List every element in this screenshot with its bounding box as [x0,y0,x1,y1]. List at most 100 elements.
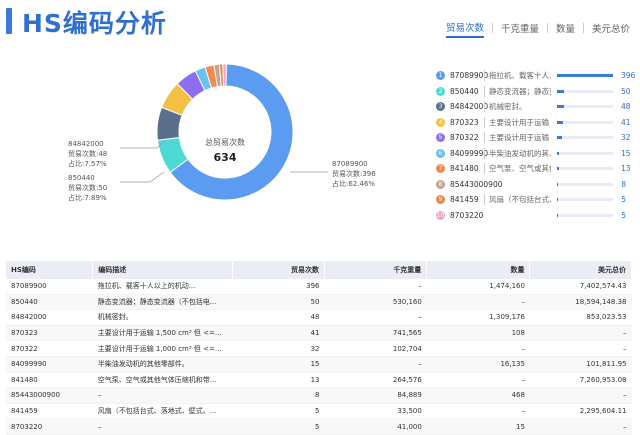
cell-description: 拖拉机、载客十人以上的机动... [92,279,233,295]
legend-bar-track [557,120,613,124]
legend-item[interactable]: 6 84099990 半柴油发动机的其... 15 [436,146,631,162]
cell-quantity: 15 [426,418,530,435]
cell-trade-count: 5 [232,418,325,435]
tab-divider [491,23,493,33]
cell-hs-code: 841459 [6,403,93,420]
col-header-usd-total[interactable]: 美元总价 [529,261,632,279]
table-row[interactable]: 85443000900–8 84,889 468– [6,387,632,404]
legend-code: 84099990 [450,148,489,158]
cell-quantity: 468 [426,387,530,404]
table-row[interactable]: 84842000 机械密封。 48–1,309,176 853,023.53 [6,309,632,326]
annotation-850440: 850440 贸易次数:50 占比:7.89% [68,173,107,203]
legend-value: 41 [621,117,631,127]
annotation-code: 87089900 [332,160,368,168]
legend-rank-badge: 6 [436,148,445,158]
legend-bar-track [557,213,613,217]
legend-bar-fill [557,105,564,109]
cell-description: 空气泵、空气或其他气体压缩机和带... [92,372,233,389]
table-row[interactable]: 870322 主要设计用于运输 1,000 cm³ 但 <=... 32 102,70… [6,340,632,357]
legend-item[interactable]: 10 8703220 5 [436,208,626,224]
cell-trade-count: 32 [232,340,325,357]
cell-usd-total: – [529,387,632,404]
legend-description: 主要设计用于运输 1... [484,132,551,144]
tab-trade-count[interactable]: 贸易次数 [445,18,484,38]
cell-trade-count: 5 [232,403,325,420]
legend-code: 84842000 [450,102,489,112]
tab-kg-weight[interactable]: 千克重量 [501,19,539,37]
cell-kg-weight: 84,889 [324,387,427,404]
cell-trade-count: 13 [232,372,325,389]
donut-slice-8703220[interactable] [222,63,227,87]
cell-description: 半柴油发动机的其他零部件。 [92,356,233,373]
legend-item[interactable]: 7 841480 空气泵、空气或其他... 13 [436,161,631,177]
legend-rank-badge: 7 [436,164,445,174]
tab-usd-total[interactable]: 美元总价 [592,19,630,37]
annotation-share: 占比:62.46% [332,180,376,188]
cell-kg-weight: 264,576 [324,372,427,389]
legend-value: 32 [621,133,631,143]
cell-kg-weight: 530,160 [324,294,427,311]
table-row[interactable]: 87089900 拖拉机、载客十人以上的机动... 396–1,474,160 7,4… [6,279,632,295]
cell-kg-weight: 102,704 [324,340,427,357]
cell-usd-total: 18,594,148.38 [529,294,632,311]
cell-hs-code: 850440 [6,294,93,311]
legend-value: 396 [621,71,636,81]
table-row[interactable]: 870323 主要设计用于运输 1,500 cm³ 但 <=... 41 741,56… [6,325,632,342]
legend-value: 13 [621,164,631,174]
legend-code: 870323 [450,117,479,127]
legend-rank-badge: 9 [436,195,445,205]
annotation-code: 850440 [68,174,95,182]
legend-rank-badge: 4 [436,117,445,127]
table-row[interactable]: 841480 空气泵、空气或其他气体压缩机和带... 13 264,576–7,260… [6,372,632,389]
legend-rank-badge: 1 [436,71,445,81]
table-row[interactable]: 8703220–5 41,000 15– [6,418,632,435]
legend-bar-track [557,136,613,140]
cell-quantity: – [426,403,530,420]
col-header-trade-count[interactable]: 贸易次数 [232,261,325,279]
legend-code: 841459 [450,195,479,205]
table-header-row: HS编码 编码描述 贸易次数 千克重量 数量 美元总价 [6,261,632,279]
legend-value: 50 [621,86,631,96]
cell-hs-code: 85443000900 [6,387,93,404]
legend-bar-track [557,167,613,171]
legend-item[interactable]: 5 870322 主要设计用于运输 1... 32 [436,130,631,146]
legend-bar-fill [557,198,558,202]
legend-item[interactable]: 3 84842000 机械密封。 48 [436,99,631,115]
legend-bar-track [557,182,613,186]
cell-hs-code: 8703220 [6,418,93,435]
annotation-count: 贸易次数:50 [68,184,108,192]
legend-item[interactable]: 9 841459 风扇（不包括台式、... 5 [436,192,626,208]
table-row[interactable]: 841459 风扇（不包括台式、落地式、壁式、... 5 33,500–2,295,6… [6,403,632,420]
legend-rank-badge: 5 [436,133,445,143]
annotation-87089900: 87089900 贸易次数:396 占比:62.46% [332,159,376,189]
legend-item[interactable]: 1 87089900 拖拉机、载客十人... 396 [436,68,635,84]
table-row[interactable]: 84099990 半柴油发动机的其他零部件。 15–16,135 101,811.95 [6,356,632,373]
cell-quantity: 1,474,160 [426,279,530,295]
donut-chart [120,63,328,201]
col-header-description[interactable]: 编码描述 [92,261,234,279]
cell-trade-count: 396 [232,279,325,295]
cell-hs-code: 84099990 [6,356,93,373]
col-header-kg-weight[interactable]: 千克重量 [324,261,428,279]
table-row[interactable]: 850440 静态变流器；静态变流器（不包括电... 50 530,160–18,59… [6,294,632,311]
legend-bar-fill [557,74,613,78]
chart-legend: 1 87089900 拖拉机、载客十人... 396 2 850440 静态变流… [436,68,635,224]
annotation-84842000: 84842000 贸易次数:48 占比:7.57% [68,139,107,169]
annotation-leader-line [120,171,165,183]
legend-item[interactable]: 8 85443000900 8 [436,177,626,193]
cell-hs-code: 841480 [6,372,93,389]
legend-code: 8703220 [450,210,484,220]
col-header-hs-code[interactable]: HS编码 [6,261,94,279]
legend-bar-track [557,74,613,78]
legend-item[interactable]: 4 870323 主要设计用于运输 1... 41 [436,115,631,131]
cell-usd-total: – [529,325,632,342]
cell-description: 机械密封。 [92,309,233,326]
legend-value: 8 [621,179,626,189]
legend-code: 87089900 [450,71,489,81]
annotation-count: 贸易次数:396 [332,170,376,178]
legend-rank-badge: 10 [436,210,445,220]
legend-item[interactable]: 2 850440 静态变流器；静态变... 50 [436,84,631,100]
tab-quantity[interactable]: 数量 [556,19,575,37]
cell-usd-total: 101,811.95 [529,356,632,373]
col-header-quantity[interactable]: 数量 [426,261,531,279]
